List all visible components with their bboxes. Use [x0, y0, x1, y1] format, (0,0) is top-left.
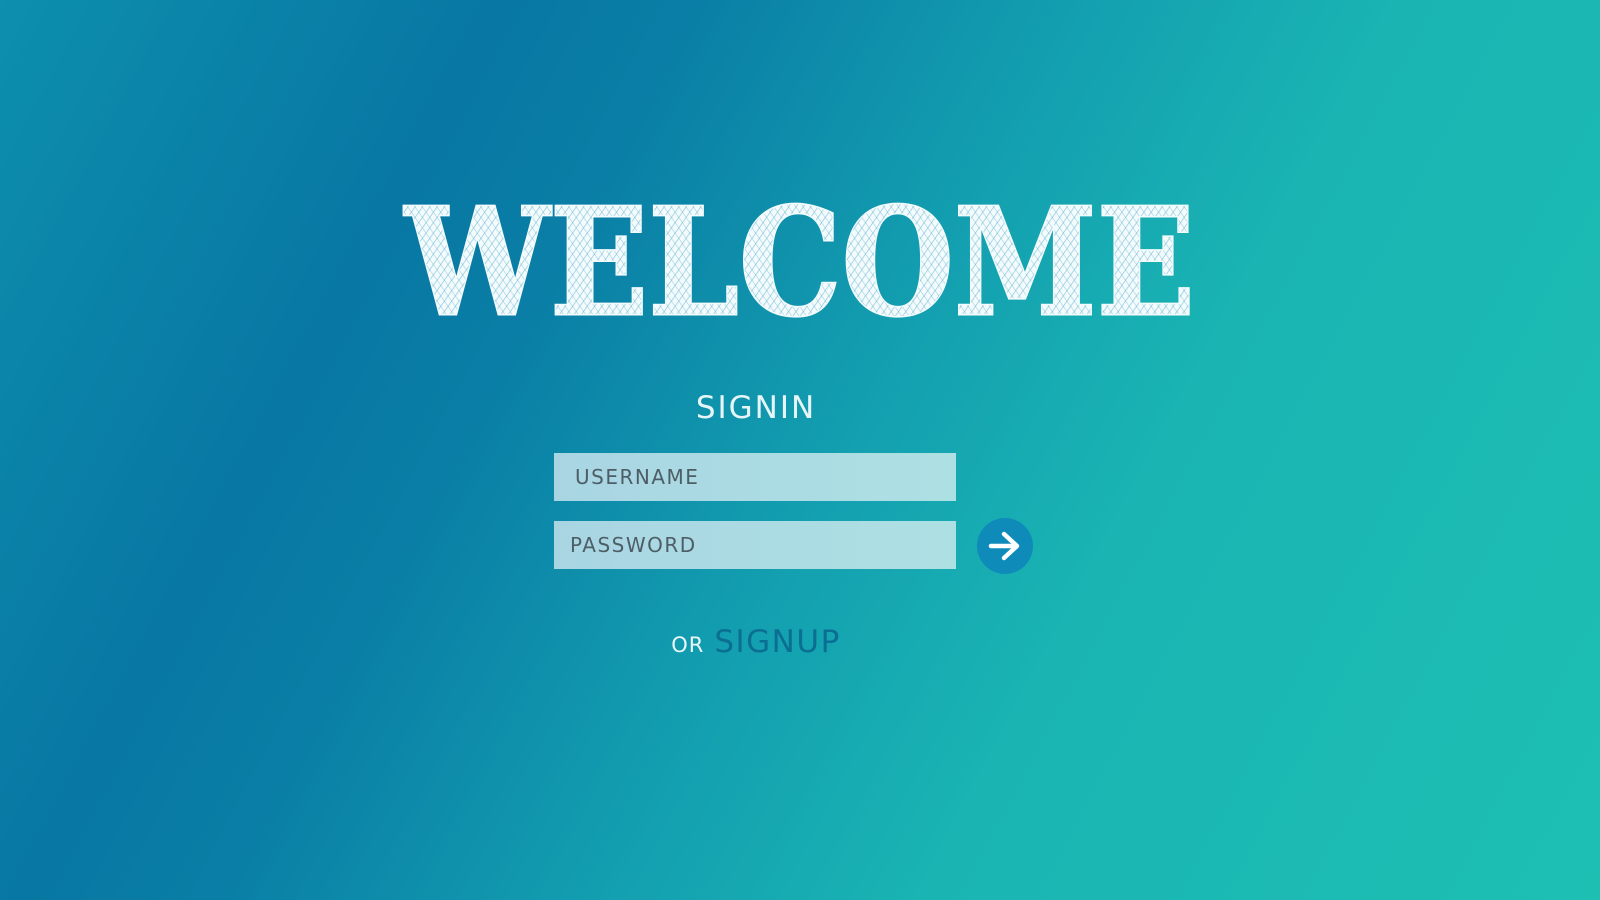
signin-heading: SIGNIN [695, 390, 817, 426]
username-field[interactable] [554, 453, 956, 501]
welcome-banner: WELCOME WELCOME WELCOME [0, 186, 1600, 326]
password-input[interactable] [554, 521, 956, 569]
welcome-title-texture: WELCOME [403, 186, 1195, 326]
signup-link[interactable]: SIGNUP [714, 624, 840, 660]
or-label: OR [671, 633, 705, 657]
welcome-title-graphic: WELCOME WELCOME WELCOME [402, 186, 1197, 326]
signin-submit-button[interactable] [977, 518, 1033, 574]
signup-prompt: OR SIGNUP [0, 624, 1512, 660]
login-page: WELCOME WELCOME WELCOME SIGNIN OR SIGNUP [0, 0, 1600, 900]
password-field[interactable] [554, 521, 956, 569]
arrow-right-icon [988, 531, 1020, 561]
username-input[interactable] [554, 453, 956, 501]
